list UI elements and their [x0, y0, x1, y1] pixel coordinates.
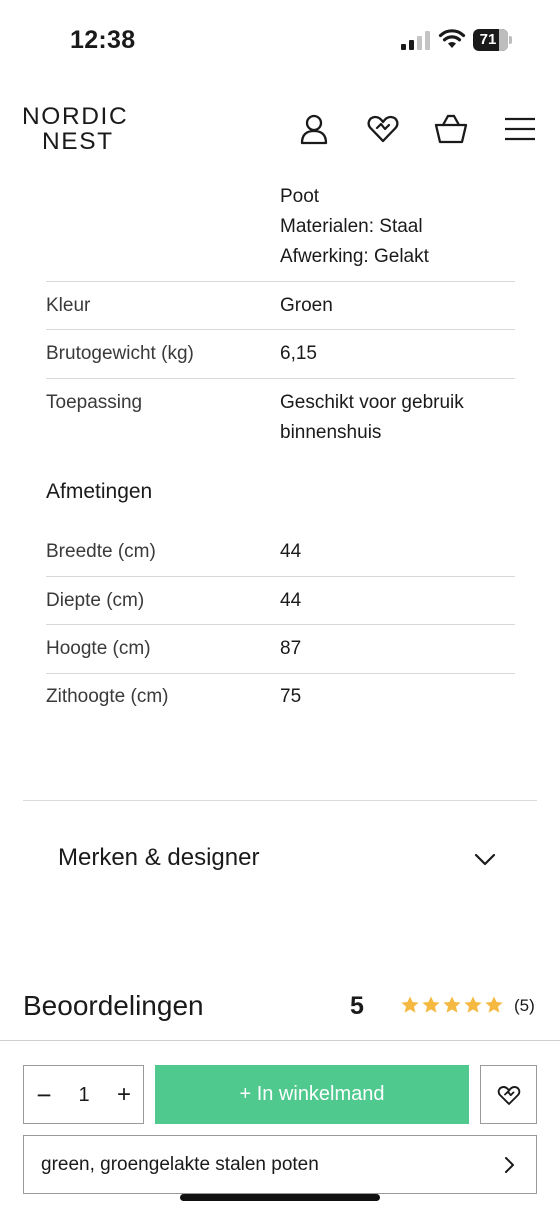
quantity-stepper: − 1 +	[23, 1065, 144, 1124]
quantity-increase-button[interactable]: +	[114, 1080, 134, 1110]
spec-row-weight: Brutogewicht (kg) 6,15	[46, 339, 515, 369]
variant-label: green, groengelakte stalen poten	[41, 1154, 319, 1175]
divider	[46, 378, 515, 379]
spec-value: binnenshuis	[280, 422, 382, 443]
spec-row-leg: Poot Materialen: Staal Afwerking: Gelakt	[46, 182, 515, 272]
nordic-nest-logo[interactable]: NORDIC NEST	[22, 104, 128, 154]
spec-value: Groen	[280, 295, 333, 316]
spec-key: Kleur	[46, 295, 91, 316]
star-icon	[422, 996, 440, 1013]
spec-key: Breedte (cm)	[46, 541, 156, 562]
spec-key: Toepassing	[46, 392, 143, 413]
chevron-down-icon	[473, 847, 497, 871]
section-divider	[23, 800, 537, 801]
reviews-score: 5	[350, 992, 364, 1020]
spec-value: 44	[280, 590, 302, 611]
divider	[46, 329, 515, 330]
brands-designer-accordion[interactable]: Merken & designer	[23, 828, 537, 888]
reviews-count: (5)	[514, 996, 535, 1015]
home-indicator	[180, 1194, 380, 1201]
star-icon	[464, 996, 482, 1013]
accordion-title: Merken & designer	[58, 844, 260, 871]
spec-key: Diepte (cm)	[46, 590, 145, 611]
quantity-decrease-button[interactable]: −	[34, 1080, 54, 1110]
spec-key: Hoogte (cm)	[46, 638, 151, 659]
spec-value: Afwerking: Gelakt	[280, 246, 429, 267]
wishlist-icon	[497, 1086, 521, 1105]
spec-value: Geschikt voor gebruik	[280, 392, 464, 413]
battery-level: 71	[479, 31, 497, 48]
wifi-icon	[438, 28, 466, 50]
dimension-row-depth: Diepte (cm) 44	[46, 586, 515, 616]
logo-line-1: NORDIC	[22, 103, 129, 130]
wishlist-icon[interactable]	[366, 112, 400, 146]
status-bar: 12:38 71	[0, 0, 560, 84]
star-icon	[443, 996, 461, 1013]
spec-value: 44	[280, 541, 302, 562]
purchase-bar: − 1 + + In winkelmand green, groengelakt…	[0, 1040, 560, 1214]
basket-icon[interactable]	[434, 112, 468, 146]
spec-value: Poot	[280, 186, 320, 207]
dimension-row-height: Hoogte (cm) 87	[46, 634, 515, 664]
spec-key: Brutogewicht (kg)	[46, 343, 194, 364]
spec-key: Zithoogte (cm)	[46, 686, 169, 707]
star-rating[interactable]	[400, 995, 504, 1017]
site-header: NORDIC NEST	[0, 90, 560, 170]
star-icon	[485, 996, 503, 1013]
chevron-right-icon	[500, 1156, 518, 1174]
cellular-signal-icon	[401, 31, 431, 50]
spec-value: Materialen: Staal	[280, 216, 423, 237]
spec-value: 87	[280, 638, 302, 659]
reviews-heading[interactable]: Beoordelingen	[23, 990, 204, 1022]
dimensions-heading: Afmetingen	[46, 480, 153, 503]
divider	[46, 673, 515, 674]
spec-row-color: Kleur Groen	[46, 291, 515, 321]
logo-line-2: NEST	[42, 128, 114, 155]
menu-icon[interactable]	[503, 112, 537, 146]
divider	[46, 281, 515, 282]
battery-icon: 71	[473, 29, 513, 51]
add-to-wishlist-button[interactable]	[480, 1065, 537, 1124]
star-icon	[401, 996, 419, 1013]
spec-value: 6,15	[280, 343, 317, 364]
divider	[46, 576, 515, 577]
spec-value: 75	[280, 686, 302, 707]
status-time: 12:38	[70, 26, 136, 54]
variant-selector[interactable]: green, groengelakte stalen poten	[23, 1135, 537, 1194]
account-icon[interactable]	[297, 112, 331, 146]
spec-row-usage: Toepassing Geschikt voor gebruik binnens…	[46, 388, 515, 448]
dimension-row-width: Breedte (cm) 44	[46, 537, 515, 567]
dimension-row-seat-height: Zithoogte (cm) 75	[46, 682, 515, 712]
add-to-cart-button[interactable]: + In winkelmand	[155, 1065, 469, 1124]
divider	[46, 624, 515, 625]
quantity-value[interactable]: 1	[69, 1080, 99, 1110]
